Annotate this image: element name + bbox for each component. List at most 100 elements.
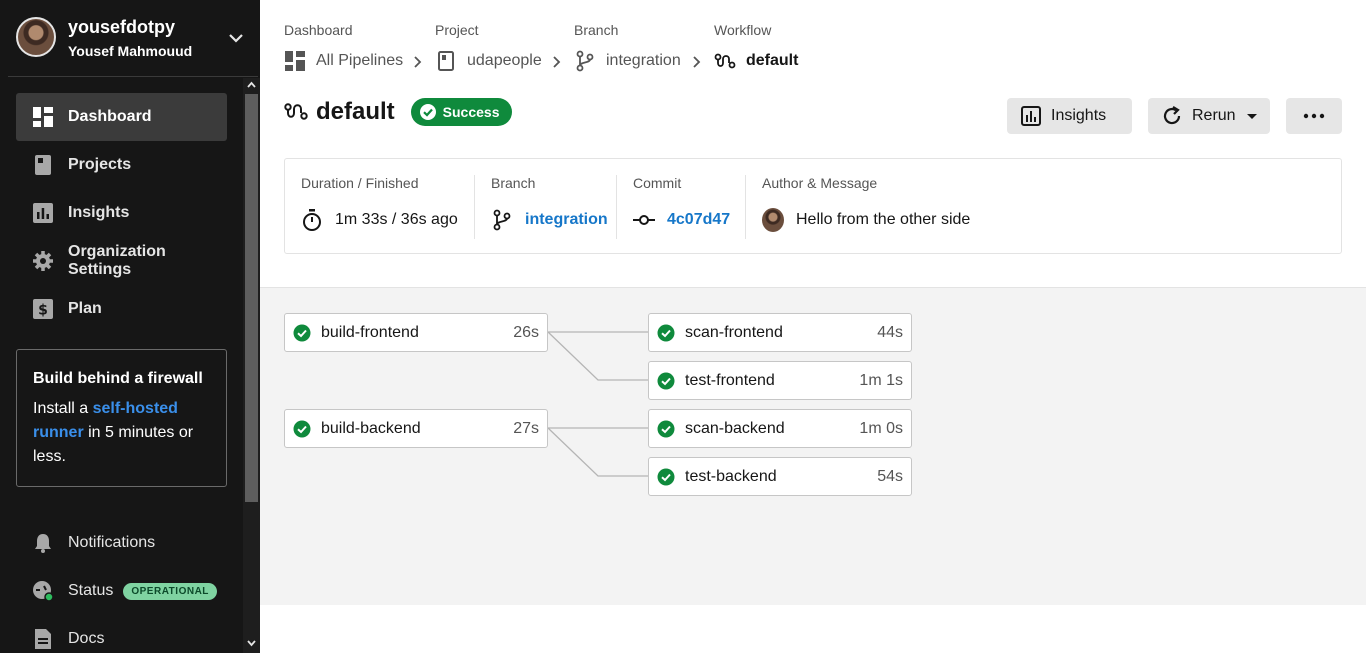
chevron-right-icon [693,56,701,68]
promo-text-before: Install a [33,400,93,417]
insights-button-label: Insights [1051,107,1107,124]
duration-value: 1m 33s / 36s ago [301,209,458,231]
more-horizontal-icon [1303,113,1325,119]
sidebar-item-label: Organization Settings [68,243,166,278]
breadcrumb-default: default [714,50,798,72]
scroll-down-icon[interactable] [245,636,258,650]
sidebar-item-organization-settings[interactable]: Organization Settings [16,237,227,285]
divider [616,175,617,239]
workflow-graph: build-frontend 26s scan-frontend 44s tes… [260,287,1366,605]
workflow-icon [714,50,736,72]
breadcrumb-value: integration [606,52,681,69]
divider [8,76,258,77]
caret-down-icon [1246,114,1257,119]
branch-icon [491,209,513,231]
job-build-frontend[interactable]: build-frontend 26s [284,313,548,352]
check-circle-icon [657,420,675,437]
username: yousefdotpy [68,17,176,37]
author-column: Author & Message Hello from the other si… [762,175,970,239]
job-name: build-backend [321,419,421,437]
promo-text: Install a self-hosted runner in 5 minute… [33,397,210,469]
commit-value[interactable]: 4c07d47 [633,209,730,231]
check-circle-icon [293,324,311,341]
breadcrumb-label: Project [435,22,479,38]
divider [474,175,475,239]
status-badge: Success [410,98,512,126]
branch-link[interactable]: integration [525,211,608,229]
check-circle-icon [419,104,436,120]
scroll-up-icon[interactable] [245,78,258,92]
breadcrumb-integration[interactable]: integration [574,50,681,72]
projects-icon [32,154,54,176]
refresh-icon [1163,106,1181,125]
author-avatar-wrapper [762,208,784,232]
duration-text: 1m 33s / 36s ago [335,211,458,228]
sidebar-item-label: Dashboard [68,108,152,125]
status-icon [32,580,54,602]
job-test-frontend[interactable]: test-frontend 1m 1s [648,361,912,400]
status-badge: OPERATIONAL [123,582,217,600]
breadcrumb-value: All Pipelines [316,52,404,69]
sidebar-item-label: Projects [68,156,132,173]
breadcrumb-branch: Branch [574,22,618,38]
user-full-name: Yousef Mahmouud [68,43,193,59]
commit-label: Commit [633,175,682,191]
sidebar-item-plan[interactable]: $ Plan [16,285,227,333]
breadcrumb-all-pipelines[interactable]: All Pipelines [284,50,403,72]
commit-message: Hello from the other side [796,211,971,228]
workflow-info-card: Duration / Finished 1m 33s / 36s ago Bra… [284,158,1342,254]
page-title: default [316,98,395,125]
rerun-button-label: Rerun [1192,107,1236,124]
promo-title: Build behind a firewall [33,370,203,387]
gear-icon [32,250,54,272]
workflow-header: default Success [284,98,512,126]
chevron-right-icon [414,56,422,68]
sidebar-item-notifications[interactable]: Notifications [16,519,227,567]
check-circle-icon [657,468,675,485]
stopwatch-icon [301,209,323,231]
branch-value[interactable]: integration [491,209,608,231]
bell-icon [32,532,54,554]
breadcrumb-label: Dashboard [284,22,353,38]
rerun-button[interactable]: Rerun [1148,98,1270,134]
sidebar-item-docs[interactable]: Docs [16,615,227,653]
workflow-icon [284,103,308,120]
sidebar-item-dashboard[interactable]: Dashboard [16,93,227,141]
more-options-button[interactable] [1286,98,1342,134]
branch-icon [574,50,596,72]
job-build-backend[interactable]: build-backend 27s [284,409,548,448]
breadcrumb-udapeople[interactable]: udapeople [435,50,542,72]
sidebar-item-projects[interactable]: Projects [16,141,227,189]
sidebar-item-status[interactable]: Status OPERATIONAL [16,567,227,615]
sidebar-item-label: Plan [68,300,102,317]
svg-text:$: $ [38,303,48,319]
job-duration: 27s [513,419,539,437]
duration-label: Duration / Finished [301,175,419,191]
sidebar-item-label: Docs [68,630,105,647]
commit-icon [633,209,655,231]
docs-icon [32,628,54,650]
author-message: Hello from the other side [762,208,971,232]
sidebar-item-insights[interactable]: Insights [16,189,227,237]
user-menu[interactable]: yousefdotpy Yousef Mahmouud [0,0,260,76]
breadcrumb-label: Branch [574,22,619,38]
job-scan-backend[interactable]: scan-backend 1m 0s [648,409,912,448]
chevron-down-icon[interactable] [226,28,246,48]
sidebar-scroll-thumb[interactable] [245,94,258,502]
check-circle-icon [293,420,311,437]
insights-icon [1021,106,1041,126]
project-icon [435,50,457,72]
status-text: Success [442,104,500,120]
chevron-right-icon [553,56,561,68]
check-circle-icon [657,372,675,389]
job-name: scan-frontend [685,323,783,341]
commit-link[interactable]: 4c07d47 [667,211,730,229]
job-test-backend[interactable]: test-backend 54s [648,457,912,496]
branch-label: Branch [491,175,536,191]
job-name: scan-backend [685,419,785,437]
sidebar-item-label: Notifications [68,534,156,551]
breadcrumb-project: Project [435,22,479,38]
breadcrumb-workflow: Workflow [714,22,771,38]
insights-button[interactable]: Insights [1007,98,1132,134]
job-scan-frontend[interactable]: scan-frontend 44s [648,313,912,352]
